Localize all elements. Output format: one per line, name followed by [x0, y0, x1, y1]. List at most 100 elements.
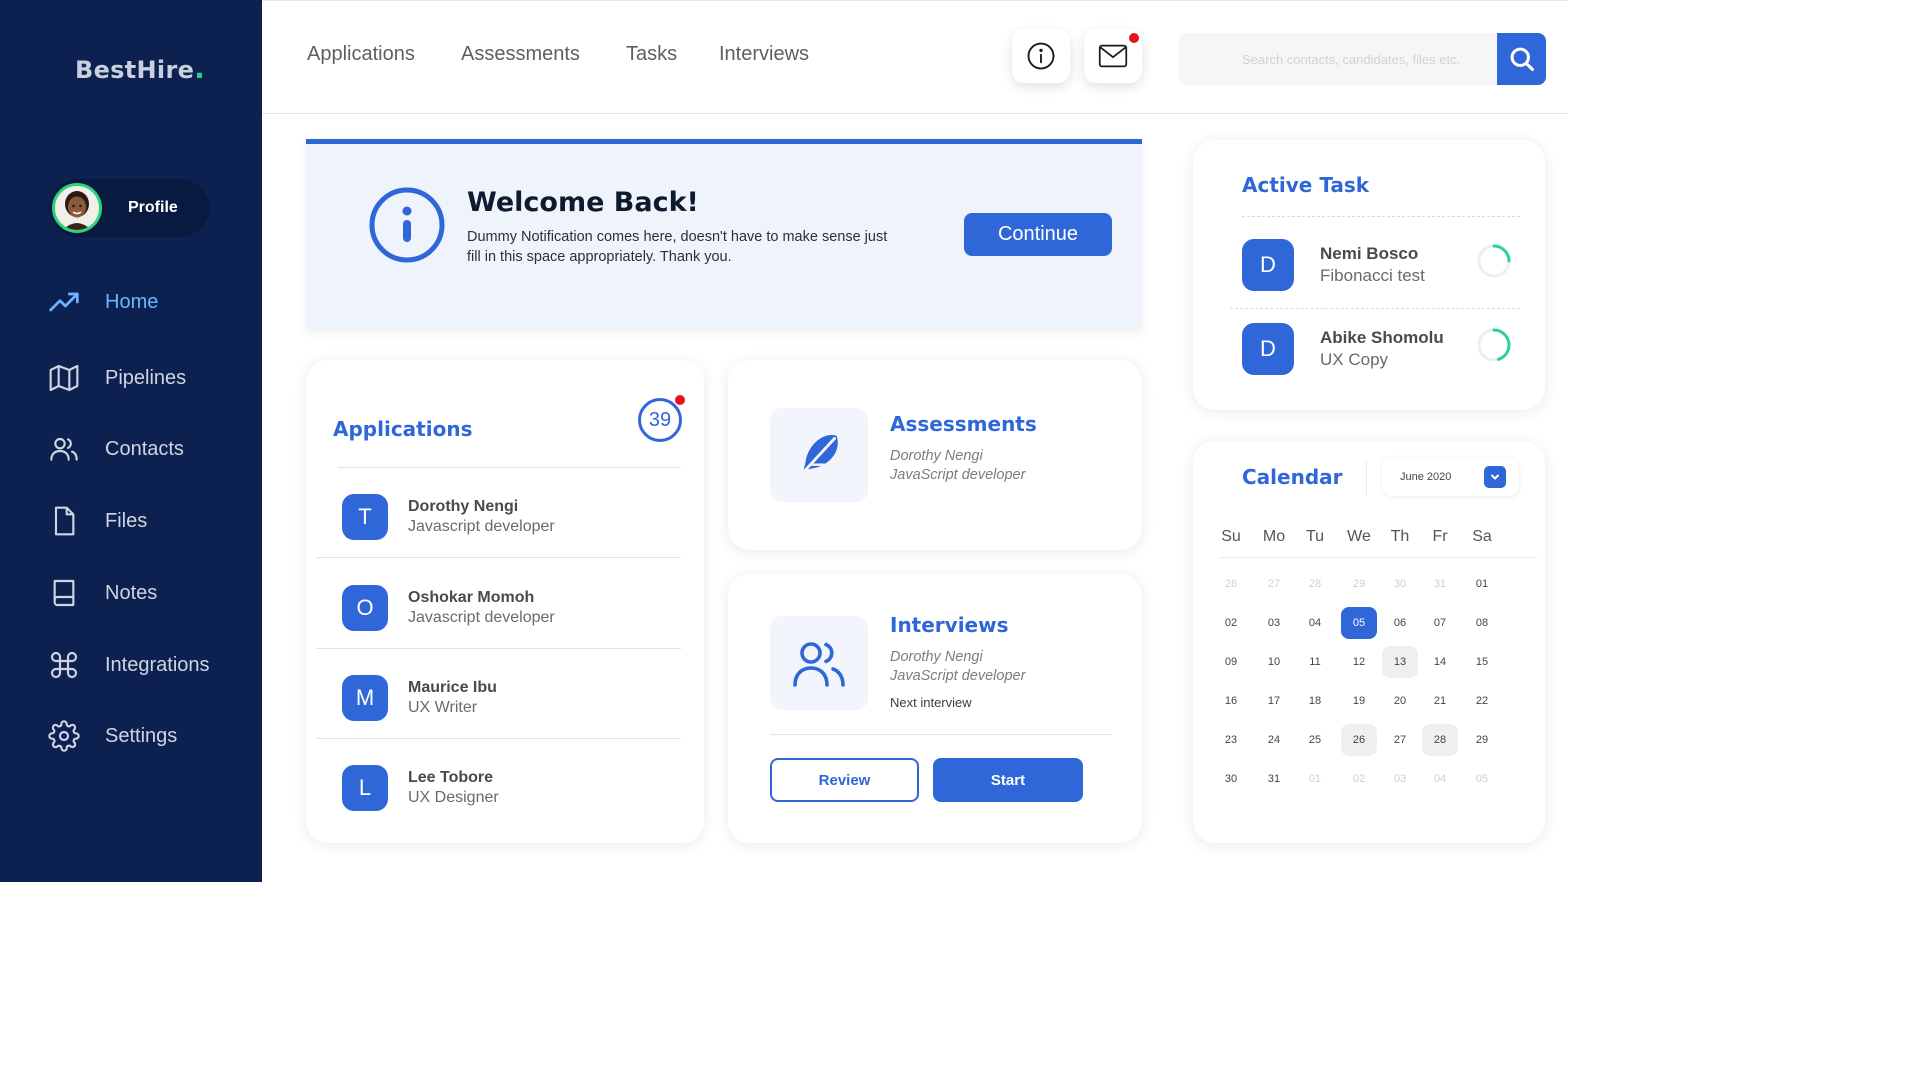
- list-item[interactable]: O Oshokar Momoh Javascript developer: [316, 563, 681, 653]
- calendar-day[interactable]: 28: [1422, 724, 1458, 756]
- calendar-day[interactable]: 24: [1256, 724, 1292, 756]
- profile-button[interactable]: Profile: [49, 179, 209, 237]
- info-icon: [369, 187, 445, 263]
- calendar-day[interactable]: 18: [1297, 685, 1333, 717]
- mail-button[interactable]: [1084, 29, 1142, 83]
- continue-button[interactable]: Continue: [964, 213, 1112, 256]
- calendar-day[interactable]: 08: [1464, 607, 1500, 639]
- calendar-day[interactable]: 06: [1382, 607, 1418, 639]
- calendar-day[interactable]: 17: [1256, 685, 1292, 717]
- calendar-day[interactable]: 04: [1297, 607, 1333, 639]
- assessments-title: Assessments: [890, 412, 1037, 436]
- tab-interviews[interactable]: Interviews: [719, 43, 809, 66]
- users-icon-tile: [770, 616, 868, 710]
- calendar-day[interactable]: 23: [1213, 724, 1249, 756]
- assessments-card[interactable]: Assessments Dorothy Nengi JavaScript dev…: [728, 360, 1142, 550]
- notification-dot: [675, 395, 685, 405]
- sidebar-item-notes[interactable]: Notes: [47, 575, 157, 611]
- info-button[interactable]: [1012, 29, 1070, 83]
- search-input[interactable]: [1178, 33, 1498, 85]
- review-button[interactable]: Review: [770, 758, 919, 802]
- progress-ring: [1477, 328, 1511, 362]
- task-item[interactable]: D Nemi Bosco Fibonacci test: [1242, 235, 1512, 295]
- weekday-label: Su: [1221, 528, 1241, 545]
- sidebar-item-files[interactable]: Files: [47, 503, 147, 539]
- calendar-day[interactable]: 10: [1256, 646, 1292, 678]
- assessment-name: Dorothy Nengi: [890, 448, 983, 464]
- sidebar-item-label: Pipelines: [105, 366, 187, 389]
- feather-icon-tile: [770, 408, 868, 502]
- calendar-day[interactable]: 15: [1464, 646, 1500, 678]
- calendar-day[interactable]: 03: [1256, 607, 1292, 639]
- interview-role: JavaScript developer: [890, 668, 1026, 684]
- calendar-day[interactable]: 11: [1297, 646, 1333, 678]
- tab-applications[interactable]: Applications: [307, 43, 415, 66]
- calendar-day[interactable]: 20: [1382, 685, 1418, 717]
- tab-tasks[interactable]: Tasks: [626, 43, 677, 66]
- active-task-card: Active Task D Nemi Bosco Fibonacci test …: [1193, 140, 1545, 410]
- sidebar-item-label: Notes: [105, 581, 158, 604]
- calendar-day[interactable]: 22: [1464, 685, 1500, 717]
- divider: [770, 734, 1112, 735]
- weekday-label: Th: [1390, 528, 1410, 545]
- list-item[interactable]: T Dorothy Nengi Javascript developer: [316, 472, 681, 562]
- sidebar-item-contacts[interactable]: Contacts: [47, 431, 184, 467]
- calendar-day: 28: [1308, 578, 1322, 590]
- sidebar-item-settings[interactable]: Settings: [47, 718, 177, 754]
- month-select-value: June 2020: [1400, 471, 1452, 483]
- sidebar-item-label: Home: [105, 290, 159, 313]
- divider: [1242, 216, 1520, 217]
- progress-ring: [1477, 244, 1511, 278]
- applicant-role: Javascript developer: [408, 609, 555, 626]
- list-item[interactable]: L Lee Tobore UX Designer: [316, 743, 681, 833]
- calendar-day[interactable]: 13: [1382, 646, 1418, 678]
- calendar-day[interactable]: 27: [1382, 724, 1418, 756]
- calendar-day[interactable]: 05: [1341, 607, 1377, 639]
- calendar-day[interactable]: 09: [1213, 646, 1249, 678]
- applicant-role: UX Designer: [408, 789, 499, 806]
- sidebar-item-integrations[interactable]: Integrations: [47, 647, 210, 683]
- list-item[interactable]: M Maurice Ibu UX Writer: [316, 653, 681, 743]
- month-select[interactable]: June 2020: [1382, 458, 1519, 496]
- weekday-label: We: [1347, 528, 1371, 545]
- calendar-day[interactable]: 01: [1464, 568, 1500, 600]
- calendar-day[interactable]: 02: [1213, 607, 1249, 639]
- calendar-day[interactable]: 31: [1256, 763, 1292, 795]
- sidebar-item-pipelines[interactable]: Pipelines: [47, 360, 186, 396]
- calendar-day[interactable]: 29: [1464, 724, 1500, 756]
- welcome-title: Welcome Back!: [467, 187, 699, 218]
- applications-title: Applications: [333, 417, 473, 441]
- calendar-day[interactable]: 14: [1422, 646, 1458, 678]
- calendar-day[interactable]: 12: [1341, 646, 1377, 678]
- task-item[interactable]: D Abike Shomolu UX Copy: [1242, 319, 1512, 379]
- calendar-day: 29: [1352, 578, 1366, 590]
- calendar-day[interactable]: 16: [1213, 685, 1249, 717]
- avatar: [52, 183, 102, 233]
- divider: [316, 648, 681, 649]
- interviews-title: Interviews: [890, 613, 1009, 637]
- sidebar-item-label: Files: [105, 509, 148, 532]
- sidebar-item-home[interactable]: Home: [47, 284, 158, 320]
- calendar-day[interactable]: 25: [1297, 724, 1333, 756]
- calendar-day[interactable]: 26: [1341, 724, 1377, 756]
- mail-icon: [1098, 44, 1128, 68]
- sidebar: BestHire. Profile Home Pipelines Contact…: [0, 0, 262, 882]
- calendar-day[interactable]: 19: [1341, 685, 1377, 717]
- letter-avatar: M: [342, 675, 388, 721]
- info-icon: [1027, 42, 1055, 70]
- calendar-day[interactable]: 07: [1422, 607, 1458, 639]
- book-icon: [47, 576, 81, 610]
- weekday-label: Sa: [1472, 528, 1492, 545]
- brand-logo[interactable]: BestHire.: [75, 55, 205, 85]
- applications-count-badge: 39: [638, 395, 685, 442]
- calendar-day[interactable]: 30: [1213, 763, 1249, 795]
- applicant-name: Oshokar Momoh: [408, 589, 535, 606]
- calendar-day: 01: [1308, 773, 1322, 785]
- divider: [1366, 460, 1367, 496]
- calendar-day[interactable]: 21: [1422, 685, 1458, 717]
- calendar-day: 04: [1433, 773, 1447, 785]
- search-button[interactable]: [1497, 33, 1546, 85]
- top-bar: Applications Assessments Tasks Interview…: [262, 0, 1568, 114]
- start-button[interactable]: Start: [933, 758, 1083, 802]
- tab-assessments[interactable]: Assessments: [461, 43, 580, 66]
